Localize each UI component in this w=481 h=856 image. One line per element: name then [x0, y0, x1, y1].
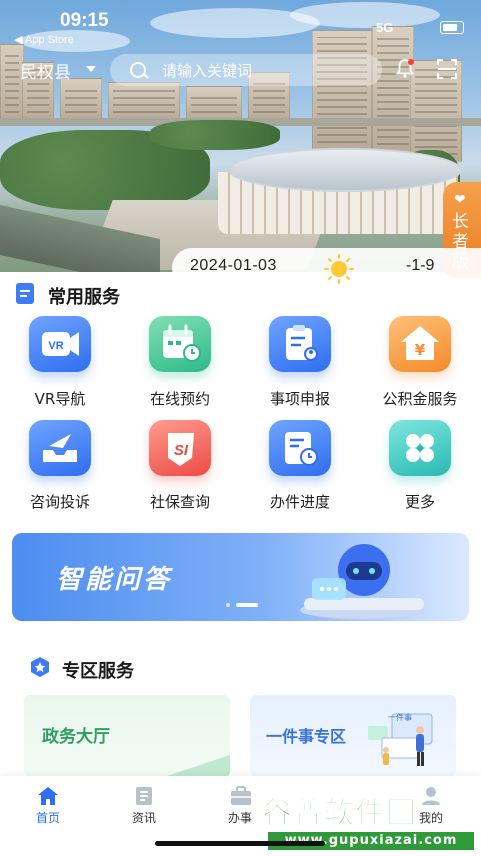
- county-selector[interactable]: 民权县: [20, 58, 71, 83]
- four-leaf-icon[interactable]: [389, 420, 451, 476]
- watermark-brand: 谷普软件园: [262, 796, 417, 832]
- home-icon[interactable]: [37, 786, 59, 810]
- service-label-social-security[interactable]: 社保查询: [120, 491, 240, 512]
- home-indicator[interactable]: [155, 841, 325, 846]
- signal-indicator: 5G: [376, 20, 394, 35]
- svg-text:SI: SI: [174, 442, 189, 459]
- briefcase-icon[interactable]: [229, 786, 253, 810]
- section-title-common-services: 常用服务: [48, 287, 120, 308]
- one-thing-illustration-text: 一件事: [388, 713, 412, 722]
- carousel-indicator: [226, 592, 260, 607]
- service-label-complaint[interactable]: 咨询投诉: [0, 491, 120, 512]
- tab-news[interactable]: 资讯: [114, 809, 174, 826]
- svg-text:VR: VR: [48, 340, 63, 352]
- service-label-progress[interactable]: 办件进度: [240, 491, 360, 512]
- search-placeholder: 请输入关键词: [162, 62, 253, 80]
- calendar-clock-icon[interactable]: [149, 316, 211, 372]
- battery-icon: [440, 21, 464, 34]
- clipboard-user-icon[interactable]: [269, 316, 331, 372]
- zone-card-government-hall-label: 政务大厅: [42, 727, 110, 747]
- document-icon: [16, 283, 34, 304]
- house-yuan-icon[interactable]: ¥: [389, 316, 451, 372]
- bell-icon[interactable]: [395, 58, 415, 78]
- tab-home[interactable]: 首页: [18, 809, 78, 826]
- status-time: 09:15: [60, 10, 109, 31]
- smart-qa-banner-title: 智能问答: [56, 565, 173, 595]
- news-icon[interactable]: [134, 786, 156, 810]
- scan-icon[interactable]: [436, 58, 458, 80]
- heart-icon: ❤: [454, 192, 466, 208]
- vr-icon[interactable]: VR: [29, 316, 91, 372]
- star-badge-icon: [30, 656, 50, 678]
- service-label-appointment[interactable]: 在线预约: [120, 388, 240, 409]
- tab-services[interactable]: 办事: [210, 809, 270, 826]
- section-title-zone-services: 专区服务: [62, 661, 134, 682]
- svg-text:¥: ¥: [415, 341, 426, 359]
- weather-date: 2024-01-03: [190, 257, 277, 274]
- service-label-declaration[interactable]: 事项申报: [240, 388, 360, 409]
- sun-icon: [324, 254, 354, 284]
- weather-temperature: -1-9: [406, 257, 435, 274]
- chevron-down-icon[interactable]: [86, 66, 96, 72]
- social-security-icon[interactable]: SI: [149, 420, 211, 476]
- back-to-app-store[interactable]: ◀ App Store: [14, 33, 74, 46]
- service-label-housing-fund[interactable]: 公积金服务: [360, 388, 480, 409]
- robot-illustration: [282, 540, 432, 620]
- search-icon: [130, 62, 146, 78]
- inbox-send-icon[interactable]: [29, 420, 91, 476]
- zone-card-one-thing-label: 一件事专区: [266, 727, 347, 746]
- service-label-more[interactable]: 更多: [360, 491, 480, 512]
- service-label-vr[interactable]: VR导航: [0, 388, 120, 409]
- document-clock-icon[interactable]: [269, 420, 331, 476]
- arena-building: [208, 148, 462, 238]
